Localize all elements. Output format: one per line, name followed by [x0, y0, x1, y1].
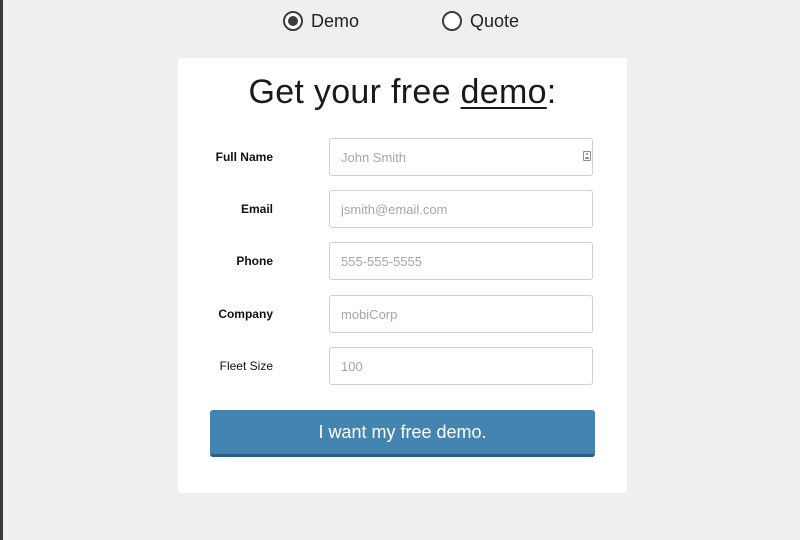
phone-input[interactable] [329, 242, 593, 280]
fleet-size-input[interactable] [329, 347, 593, 385]
submit-demo-button[interactable]: I want my free demo. [210, 410, 595, 457]
form-title: Get your free demo: [178, 70, 627, 114]
company-input[interactable] [329, 295, 593, 333]
window-left-edge [0, 0, 3, 540]
radio-demo[interactable]: Demo [283, 9, 359, 33]
demo-form-card: Get your free demo: Full Name Email Phon… [178, 58, 627, 493]
email-input[interactable] [329, 190, 593, 228]
radio-demo-label[interactable]: Demo [311, 9, 359, 33]
radio-quote-indicator[interactable] [442, 11, 462, 31]
radio-quote[interactable]: Quote [442, 9, 519, 33]
form-title-prefix: Get your free [248, 73, 461, 111]
radio-demo-indicator[interactable] [283, 11, 303, 31]
full-name-input[interactable] [329, 138, 593, 176]
contact-card-icon[interactable] [583, 151, 591, 161]
fleet-size-row: Fleet Size [178, 347, 627, 385]
company-label: Company [218, 307, 273, 321]
company-row: Company [178, 295, 627, 333]
email-row: Email [178, 190, 627, 228]
phone-row: Phone [178, 242, 627, 280]
full-name-row: Full Name [178, 138, 627, 176]
email-label: Email [240, 202, 273, 216]
form-title-accent: demo [460, 73, 547, 111]
phone-label: Phone [236, 254, 273, 268]
mode-selector: Demo Quote [0, 9, 800, 33]
radio-quote-label[interactable]: Quote [470, 9, 519, 33]
form-title-suffix: : [546, 73, 557, 111]
fleet-size-label: Fleet Size [219, 359, 273, 373]
full-name-label: Full Name [215, 150, 273, 164]
